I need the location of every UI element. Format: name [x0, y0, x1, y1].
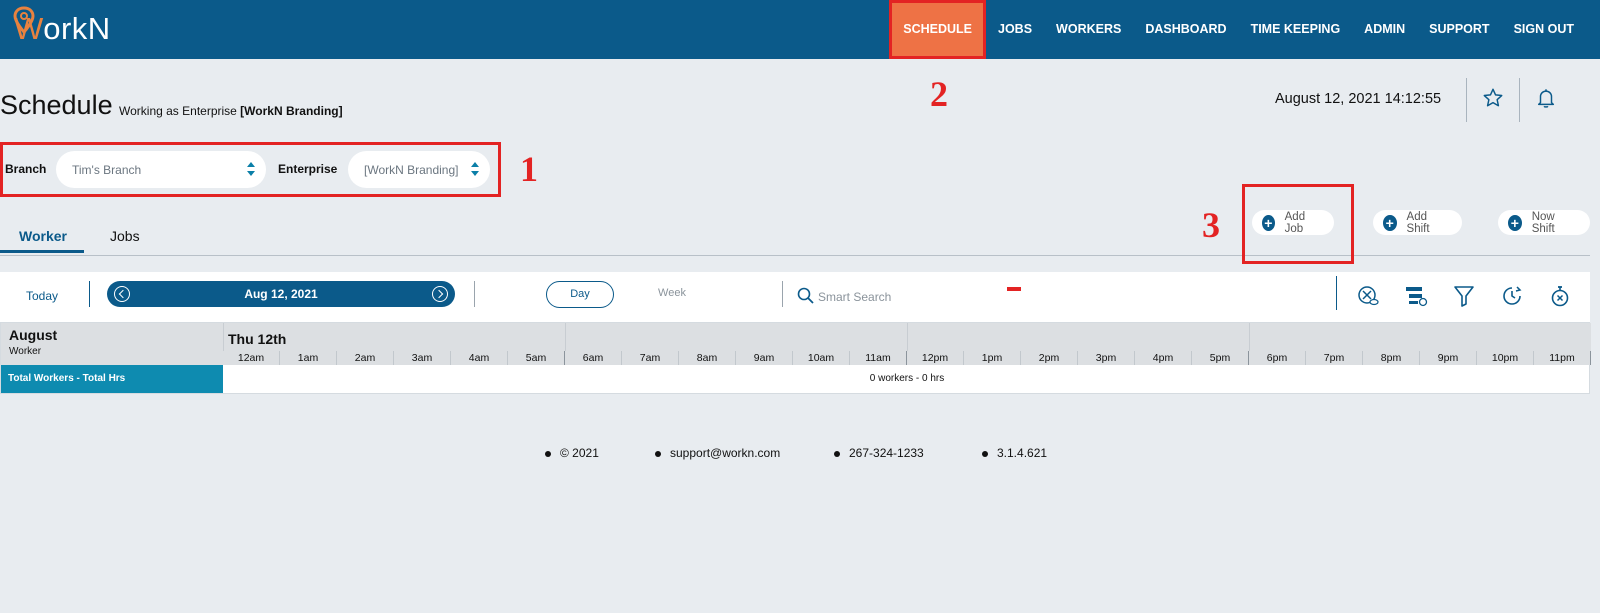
page-subtitle: Working as Enterprise [WorkN Branding]: [119, 104, 343, 118]
today-button[interactable]: Today: [26, 289, 58, 303]
hour-label: 8am: [679, 351, 736, 365]
hour-label: 5am: [508, 351, 565, 365]
nav-jobs[interactable]: JOBS: [986, 0, 1044, 59]
grid-header: August Worker Thu 12th 12am 1am 2am 3am 4am 5…: [1, 323, 1591, 365]
now-shift-button[interactable]: + Now Shift: [1498, 210, 1590, 235]
view-week-button[interactable]: Week: [638, 281, 706, 308]
hour-label: 10pm: [1477, 351, 1534, 365]
hour-label: 6pm: [1249, 351, 1306, 365]
day-label: Thu 12th: [228, 331, 287, 347]
divider: [474, 281, 475, 307]
hour-label: 10am: [793, 351, 850, 365]
footer-version: 3.1.4.621: [981, 446, 1048, 460]
plus-circle-icon: +: [1383, 214, 1397, 231]
hour-label: 9am: [736, 351, 793, 365]
hide-view-icon[interactable]: [1356, 284, 1380, 308]
divider: [1249, 323, 1250, 351]
schedule-grid: August Worker Thu 12th 12am 1am 2am 3am 4am 5…: [0, 322, 1591, 394]
nav-time-keeping[interactable]: TIME KEEPING: [1239, 0, 1353, 59]
tab-worker[interactable]: Worker: [19, 228, 67, 244]
hour-label: 3am: [394, 351, 451, 365]
schedule-toolbar: Today Aug 12, 2021 Day Week: [0, 272, 1590, 322]
stopwatch-icon[interactable]: [1548, 284, 1572, 308]
hour-label: 11am: [850, 351, 907, 365]
previous-date-icon[interactable]: [114, 286, 130, 302]
total-workers-label: Total Workers - Total Hrs: [1, 365, 223, 393]
hour-label: 1am: [280, 351, 337, 365]
filter-icon[interactable]: [1452, 284, 1476, 308]
hour-label: 7am: [622, 351, 679, 365]
hour-label: 11pm: [1534, 351, 1591, 365]
footer-email[interactable]: support@workn.com: [654, 446, 780, 460]
hour-label: 8pm: [1363, 351, 1420, 365]
total-workers-value: 0 workers - 0 hrs: [869, 373, 945, 384]
hour-label: 2pm: [1021, 351, 1078, 365]
month-label: August: [9, 327, 58, 343]
divider: [89, 281, 90, 307]
hour-label: 9pm: [1420, 351, 1477, 365]
hour-label: 12pm: [907, 351, 964, 365]
hour-label: 1pm: [964, 351, 1021, 365]
next-date-icon[interactable]: [432, 286, 448, 302]
divider: [1519, 78, 1520, 122]
hour-label: 2am: [337, 351, 394, 365]
annotation-number-2: 2: [930, 74, 948, 114]
nav-admin[interactable]: ADMIN: [1352, 0, 1417, 59]
divider: [1336, 276, 1337, 310]
view-day-button[interactable]: Day: [546, 281, 614, 308]
hour-label: 3pm: [1078, 351, 1135, 365]
date-navigator: Aug 12, 2021: [107, 281, 455, 307]
plus-circle-icon: +: [1508, 214, 1522, 231]
hour-label: 4pm: [1135, 351, 1192, 365]
divider: [223, 323, 224, 351]
search-icon: [797, 287, 814, 304]
hour-label: 7pm: [1306, 351, 1363, 365]
nav-workers[interactable]: WORKERS: [1044, 0, 1133, 59]
nav-sign-out[interactable]: SIGN OUT: [1502, 0, 1600, 59]
current-datetime: August 12, 2021 14:12:55: [1275, 91, 1442, 107]
divider: [907, 323, 908, 351]
divider: [782, 281, 783, 307]
page-title: Schedule: [0, 90, 113, 120]
annotation-box-filters: [0, 142, 501, 197]
nav-dashboard[interactable]: DASHBOARD: [1133, 0, 1238, 59]
workn-logo[interactable]: WorkN: [12, 6, 111, 52]
history-clock-icon[interactable]: [1500, 284, 1524, 308]
top-navigation-bar: WorkN SCHEDULE JOBS WORKERS DASHBOARD TI…: [0, 0, 1600, 59]
hour-label: 12am: [223, 351, 280, 365]
divider: [1466, 78, 1467, 122]
star-icon[interactable]: [1479, 84, 1507, 112]
annotation-box-add-job: [1242, 184, 1354, 264]
annotation-number-1: 1: [520, 149, 538, 189]
main-nav: SCHEDULE JOBS WORKERS DASHBOARD TIME KEE…: [889, 0, 1600, 59]
current-date-label: Aug 12, 2021: [244, 287, 318, 301]
hour-scale: 12am 1am 2am 3am 4am 5am 6am 7am 8am 9am 10am 11am 1…: [223, 351, 1591, 365]
hour-label: 4am: [451, 351, 508, 365]
nav-support[interactable]: SUPPORT: [1417, 0, 1501, 59]
annotation-number-3: 3: [1202, 205, 1220, 245]
divider: [565, 323, 566, 351]
tab-jobs[interactable]: Jobs: [110, 228, 140, 244]
footer-copyright: © 2021: [545, 446, 599, 460]
location-pin-icon: [13, 6, 35, 35]
gantt-settings-icon[interactable]: [1404, 284, 1428, 308]
hour-label: 6am: [565, 351, 622, 365]
footer-phone[interactable]: 267-324-1233: [834, 446, 924, 460]
smart-search-input[interactable]: [818, 285, 1118, 309]
nav-schedule[interactable]: SCHEDULE: [889, 0, 986, 59]
bell-icon[interactable]: [1532, 84, 1560, 112]
add-shift-button[interactable]: + Add Shift: [1373, 210, 1462, 235]
active-tab-indicator: [0, 250, 84, 253]
annotation-dash: [1007, 287, 1021, 291]
hour-label: 5pm: [1192, 351, 1249, 365]
row-header-label: Worker: [9, 346, 42, 357]
